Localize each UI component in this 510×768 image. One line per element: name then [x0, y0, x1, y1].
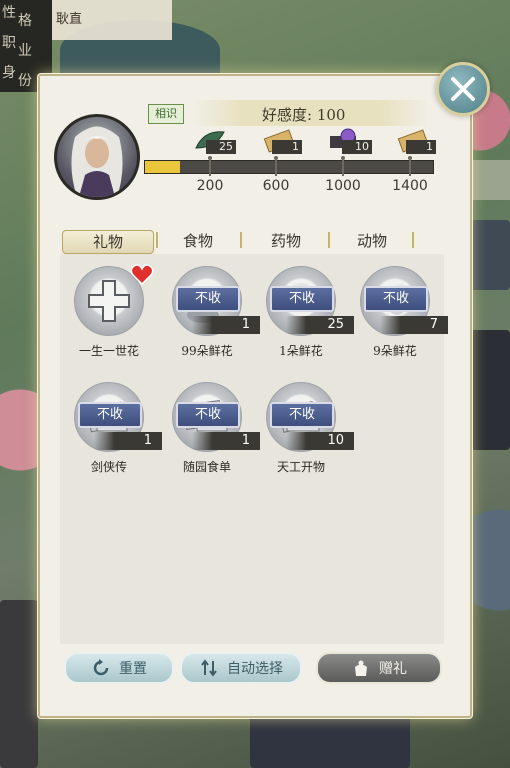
item-quantity: 1	[94, 432, 162, 450]
building-roof	[0, 600, 38, 768]
milestone-marker	[273, 156, 279, 176]
refresh-icon	[93, 659, 109, 676]
item-name: 天工开物	[276, 460, 325, 474]
item-quantity: 25	[286, 316, 354, 334]
relationship-badge: 相识	[148, 104, 184, 124]
building-roof	[470, 220, 510, 290]
close-button[interactable]	[436, 62, 490, 116]
gift-item[interactable]: 不收 10 天工开物	[266, 382, 354, 474]
info-label-char: 职	[2, 35, 16, 51]
auto-select-label: 自动选择	[227, 661, 283, 677]
gift-bag-icon	[355, 660, 367, 676]
character-avatar	[54, 114, 140, 200]
tab-gifts[interactable]: 礼物	[62, 230, 154, 254]
item-name: 9朵鲜花	[373, 344, 417, 358]
tab-divider	[328, 232, 330, 248]
favor-label: 好感度: 100	[262, 106, 346, 124]
give-gift-button[interactable]: 赠礼	[316, 652, 442, 684]
reset-button[interactable]: 重置	[64, 652, 174, 684]
gift-item[interactable]: 不收 1 99朵鲜花	[172, 266, 260, 358]
favor-progress-fill	[145, 161, 180, 173]
swap-arrows-icon	[201, 659, 217, 677]
close-icon	[451, 77, 475, 101]
item-quantity: 1	[192, 316, 260, 334]
building-wall	[470, 160, 510, 200]
gift-item[interactable]: 不收 25 1朵鲜花	[266, 266, 354, 358]
item-name: 剑侠传	[90, 460, 127, 474]
info-label-char: 格	[18, 13, 32, 29]
heart-icon	[130, 264, 154, 286]
gift-item[interactable]: 不收 1 随园食单	[172, 382, 260, 474]
no-accept-badge: 不收	[176, 286, 240, 312]
item-name: 1朵鲜花	[279, 344, 323, 358]
info-label-char: 身	[2, 65, 16, 81]
item-name: 一生一世花	[78, 344, 139, 358]
no-accept-badge: 不收	[270, 402, 334, 428]
reward-count: 1	[272, 140, 302, 154]
reward-count: 25	[206, 140, 236, 154]
tab-food[interactable]: 食物	[160, 230, 236, 252]
tab-divider	[240, 232, 242, 248]
milestone-marker	[340, 156, 346, 176]
tab-divider	[412, 232, 414, 248]
reward-count: 10	[342, 140, 372, 154]
info-label-char: 份	[18, 73, 32, 89]
gift-item[interactable]: 一生一世花	[74, 264, 154, 358]
give-gift-label: 赠礼	[379, 661, 407, 677]
tab-animals[interactable]: 动物	[334, 230, 410, 252]
no-accept-badge: 不收	[364, 286, 428, 312]
milestone-label: 1400	[392, 178, 428, 194]
item-quantity: 10	[286, 432, 354, 450]
tab-divider	[156, 232, 158, 248]
milestone-label: 1000	[325, 178, 361, 194]
building-roof	[250, 712, 410, 768]
auto-select-button[interactable]: 自动选择	[180, 652, 302, 684]
info-label-char: 业	[18, 43, 32, 59]
favor-progress-bar	[144, 160, 434, 174]
tab-medicine[interactable]: 药物	[248, 230, 324, 252]
gift-item[interactable]: 不收 1 剑侠传	[74, 382, 162, 474]
character-trait-value: 耿直	[56, 12, 83, 27]
no-accept-badge: 不收	[270, 286, 334, 312]
no-accept-badge: 不收	[78, 402, 142, 428]
milestone-label: 600	[262, 178, 290, 194]
milestone-marker	[407, 156, 413, 176]
item-name: 随园食单	[182, 460, 231, 474]
gift-item[interactable]: 不收 7 9朵鲜花	[360, 266, 448, 358]
reset-label: 重置	[119, 661, 147, 677]
item-quantity: 1	[192, 432, 260, 450]
item-quantity: 7	[380, 316, 448, 334]
milestone-label: 200	[196, 178, 224, 194]
item-name: 99朵鲜花	[181, 344, 233, 358]
info-label-char: 性	[2, 5, 16, 21]
milestone-marker	[207, 156, 213, 176]
reward-count: 1	[406, 140, 436, 154]
no-accept-badge: 不收	[176, 402, 240, 428]
